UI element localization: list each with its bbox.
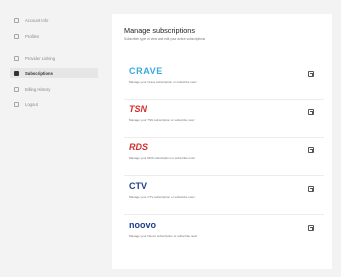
- sidebar-item-account-info[interactable]: Account Info: [14, 15, 48, 25]
- external-link-icon[interactable]: [308, 147, 314, 153]
- divider: [124, 137, 324, 138]
- link-icon: [14, 55, 19, 61]
- external-link-icon[interactable]: [308, 109, 314, 115]
- sidebar-item-label: Subscriptions: [25, 70, 53, 76]
- subscription-description: Manage your RDS subscription or subscrib…: [129, 156, 195, 160]
- subscriptions-icon: [14, 70, 19, 76]
- subscription-description: Manage your CTV subscription or subscrib…: [129, 195, 195, 199]
- page-title: Manage subscriptions: [124, 26, 195, 35]
- subscriptions-panel: Manage subscriptions Subscriber type or …: [112, 14, 332, 269]
- subscription-description: Manage your TSN subscription or subscrib…: [129, 118, 195, 122]
- sidebar-item-label: Profiles: [25, 33, 39, 39]
- subscription-row-noovo[interactable]: noovo Manage your Noovo subscription or …: [124, 219, 324, 251]
- subscription-row-rds[interactable]: RDS Manage your RDS subscription or subs…: [124, 141, 324, 173]
- rds-logo: RDS: [129, 142, 149, 152]
- divider: [124, 99, 324, 100]
- sidebar-item-provider-linking[interactable]: Provider Linking: [14, 53, 55, 63]
- external-link-icon[interactable]: [308, 225, 314, 231]
- home-icon: [14, 17, 19, 23]
- billing-icon: [14, 86, 19, 92]
- subscription-row-ctv[interactable]: CTV Manage your CTV subscription or subs…: [124, 180, 324, 212]
- sidebar-item-label: Billing History: [25, 86, 51, 92]
- logout-icon: [14, 101, 19, 107]
- sidebar-item-profiles[interactable]: Profiles: [14, 31, 39, 41]
- subscription-description: Manage your Noovo subscription or subscr…: [129, 234, 198, 238]
- page-subtitle: Subscriber type or view and edit your ac…: [124, 37, 206, 41]
- sidebar-item-subscriptions[interactable]: Subscriptions: [10, 68, 98, 78]
- external-link-icon[interactable]: [308, 71, 314, 77]
- subscription-row-crave[interactable]: CRAVE Manage your Crave subscription or …: [124, 65, 324, 97]
- sidebar-item-label: Logout: [25, 101, 38, 107]
- sidebar-item-label: Account Info: [25, 17, 49, 23]
- noovo-logo: noovo: [129, 220, 156, 230]
- profiles-icon: [14, 33, 19, 39]
- crave-logo: CRAVE: [129, 66, 163, 76]
- divider: [124, 214, 324, 215]
- sidebar-item-label: Provider Linking: [25, 55, 56, 61]
- subscription-description: Manage your Crave subscription or subscr…: [129, 80, 197, 84]
- tsn-logo: TSN: [129, 104, 147, 114]
- ctv-logo: CTV: [129, 181, 147, 191]
- sidebar-item-logout[interactable]: Logout: [14, 99, 38, 109]
- sidebar: Account Info Profiles Provider Linking S…: [0, 0, 112, 277]
- subscription-row-tsn[interactable]: TSN Manage your TSN subscription or subs…: [124, 103, 324, 135]
- sidebar-item-billing-history[interactable]: Billing History: [14, 84, 50, 94]
- ctv-logo-text: CTV: [129, 181, 147, 191]
- external-link-icon[interactable]: [308, 186, 314, 192]
- divider: [124, 175, 324, 176]
